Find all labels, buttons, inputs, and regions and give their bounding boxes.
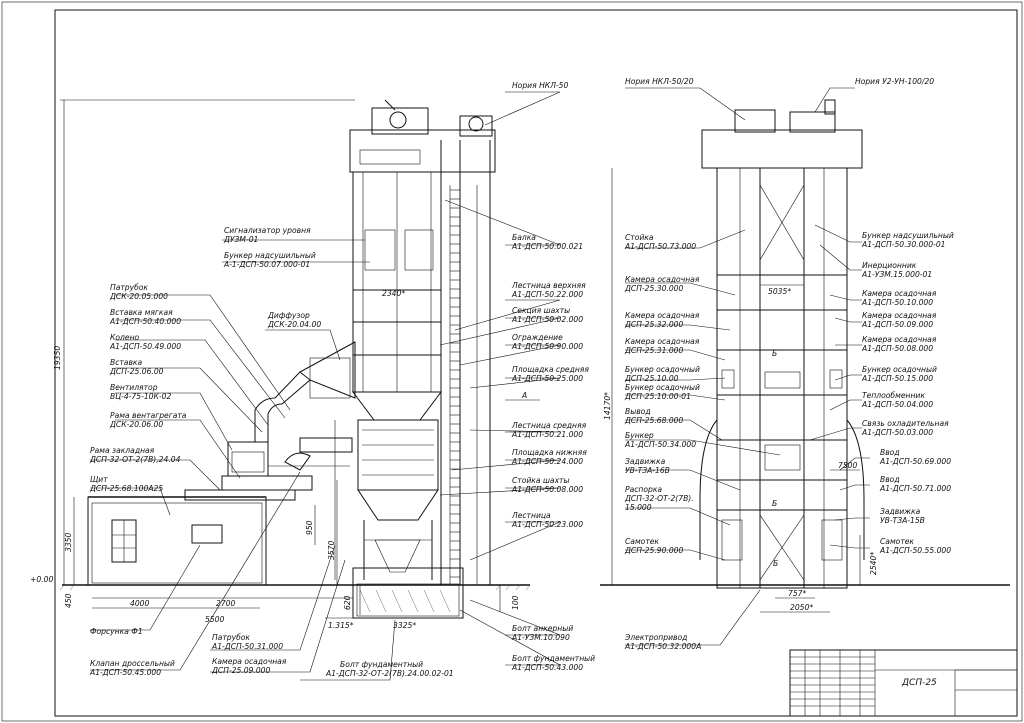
callout-chamber-08: Камера осадочная А1-ДСП-50.08.000 bbox=[861, 335, 937, 353]
callout-chamber-30: Камера осадочная ДСП-25.30.000 bbox=[624, 275, 700, 293]
section-marker-b1: Б bbox=[772, 349, 777, 358]
ladder bbox=[450, 189, 460, 578]
section-marker-b2: Б bbox=[772, 499, 777, 508]
dim-450: 450 bbox=[64, 593, 73, 608]
callout-nozzle: Форсунка Ф1 bbox=[90, 627, 143, 636]
dim-2540: 2540* bbox=[869, 552, 878, 575]
dim-4000: 4000 bbox=[130, 599, 149, 608]
callout-bunker-top: Бункер надсушильный А-1-ДСП-50.07.000-01 bbox=[223, 251, 316, 269]
dim-7500: 7500 bbox=[838, 461, 857, 470]
callout-cooling-link: Связь охладительная А1-ДСП-50.03.000 bbox=[861, 419, 949, 437]
elevator-column bbox=[349, 99, 496, 585]
callout-chamber-09: Камера осадочная А1-ДСП-50.09.000 bbox=[861, 311, 937, 329]
callout-inertia: Инерционник А1-УЗМ.15.000-01 bbox=[861, 261, 932, 279]
dim-shed-height: 3350 bbox=[64, 533, 73, 552]
callout-elevator-nkl50: Нория НКЛ-50 bbox=[512, 81, 568, 90]
top-head-right bbox=[701, 129, 863, 169]
dim-5035: 5035* bbox=[768, 287, 791, 296]
callout-ladder: Лестница А1-ДСП-50.23.000 bbox=[511, 511, 583, 529]
dim-2050: 2050* bbox=[790, 603, 813, 612]
callout-heat-exchanger: Теплообменник А1-ДСП-50.04.000 bbox=[861, 391, 933, 409]
callout-elevator-nkl5020: Нория НКЛ-50/20 bbox=[625, 77, 694, 86]
callout-shaft-post: Стойка шахты А1-ДСП-50.08.000 bbox=[511, 476, 583, 494]
callout-fan: Вентилятор ВЦ-4-75-10К-02 bbox=[110, 383, 171, 401]
cooling-section bbox=[357, 419, 439, 491]
right-elevation-view: 14170* 5035* 7500 757* 2050* 2540* Б Б Б bbox=[600, 77, 1010, 651]
callout-chamber-32: Камера осадочная ДСП-25.32.000 bbox=[624, 311, 700, 329]
callout-outlet: Вывод ДСП-25.68.000 bbox=[624, 407, 684, 425]
callout-chute-55: Самотек А1-ДСП-50.55.000 bbox=[879, 537, 951, 555]
drawing-sheet: 19350 3350 +0.00 450 4000 2700 5500 1.31… bbox=[1, 1, 1023, 722]
callout-anchor-bolt: Болт анкерный А1-УЗМ.10.090 bbox=[511, 624, 573, 642]
dim-1315: 1.315* bbox=[328, 621, 354, 630]
callout-electric-drive: Электропривод А1-ДСП-50.32.000А bbox=[624, 633, 701, 651]
callout-diffuser: Диффузор ДСК-20.04.00 bbox=[267, 311, 321, 329]
callout-fence: Ограждение А1-ДСП-50.90.000 bbox=[511, 333, 583, 351]
callout-bunker-34: Бункер А1-ДСП-50.34.000 bbox=[624, 431, 696, 449]
section-marker-b3: Б bbox=[773, 559, 778, 568]
dim-2700: 2700 bbox=[216, 599, 235, 608]
dryer-shaft bbox=[352, 171, 442, 580]
outer-border bbox=[1, 1, 1023, 722]
callout-chamber-31: Камера осадочная ДСП-25.31.000 bbox=[624, 337, 700, 355]
callout-bunker-15: Бункер осадочный А1-ДСП-50.15.000 bbox=[861, 365, 937, 383]
title-block: ДСП-25 bbox=[789, 649, 1018, 717]
callout-pipe-2: Патрубок А1-ДСП-50.31.000 bbox=[211, 633, 283, 651]
burner-pipe bbox=[191, 524, 223, 544]
callout-bunker-30-01: Бункер надсушильный А1-ДСП-50.30.000-01 bbox=[861, 231, 954, 249]
dim-zero-level: +0.00 bbox=[30, 575, 53, 584]
callout-foundation-bolt-2: Болт фундаментный А1-ДСП-50.43.000 bbox=[511, 654, 595, 672]
callout-post: Стойка А1-ДСП-50.73.000 bbox=[624, 233, 696, 251]
dim-620: 620 bbox=[343, 595, 352, 610]
control-shed bbox=[87, 489, 296, 586]
callout-elevator-u2un: Нория У2-УН-100/20 bbox=[855, 77, 934, 86]
callout-pipe-1: Патрубок ДСК-20.05.000 bbox=[109, 283, 168, 301]
callout-shaft-section: Секция шахты А1-ДСП-50.02.000 bbox=[511, 306, 583, 324]
foundation bbox=[352, 567, 464, 619]
dim-3570: 3570 bbox=[327, 541, 336, 560]
dim-950: 950 bbox=[305, 520, 314, 535]
callout-middle-platform: Площадка средняя А1-ДСП-50.25.000 bbox=[511, 365, 589, 383]
callout-beam: Балка А1-ДСП-50.00.021 bbox=[511, 233, 583, 251]
callout-inlet-69: Ввод А1-ДСП-50.69.000 bbox=[879, 448, 951, 466]
dim-14170: 14170* bbox=[603, 392, 612, 420]
callout-soft-insert: Вставка мягкая А1-ДСП-50.40.000 bbox=[109, 308, 181, 326]
dim-100: 100 bbox=[511, 595, 520, 610]
dim-5500: 5500 bbox=[205, 615, 224, 624]
callout-panel: Щит ДСП-25.68.100А25 bbox=[89, 475, 163, 493]
callout-foundation-bolt-1: Болт фундаментный А1-ДСП-32-ОТ-2(7В).24.0… bbox=[325, 660, 454, 678]
diffuser bbox=[299, 341, 356, 399]
callout-upper-ladder: Лестница верхняя А1-ДСП-50.22.000 bbox=[511, 281, 586, 299]
callout-throttle-valve: Клапан дроссельный А1-ДСП-50.45.000 bbox=[89, 659, 175, 677]
callout-inlet-71: Ввод А1-ДСП-50.71.000 bbox=[879, 475, 951, 493]
callout-bunker-10-01: Бункер осадочный ДСП-25.10.00-01 bbox=[624, 383, 700, 401]
callout-level-sensor: Сигнализатор уровня ДУЗМ-01 bbox=[223, 226, 311, 244]
callout-gate-16v: Задвижка УВ-ТЗА-16В bbox=[625, 457, 670, 475]
dim-757: 757* bbox=[788, 589, 806, 598]
section-marker-a: А bbox=[521, 391, 527, 400]
dim-3325: 3325* bbox=[393, 621, 416, 630]
dim-2340: 2340* bbox=[382, 289, 405, 298]
callout-embedded-frame: Рама закладная ДСП-32-ОТ-2(7В),24.04 bbox=[89, 446, 181, 464]
callout-chute-90: Самотек ДСП-25.90.000 bbox=[624, 537, 684, 555]
callout-lower-platform: Площадка нижняя А1-ДСП-50.24.000 bbox=[511, 448, 587, 466]
drawing-frame bbox=[54, 9, 1018, 717]
callout-gate-15v: Задвижка УВ-ТЗА-15В bbox=[880, 507, 925, 525]
dim-height-total: 19350 bbox=[53, 346, 62, 370]
hopper-upper bbox=[352, 391, 442, 421]
callout-chamber-10: Камера осадочная А1-ДСП-50.10.000 bbox=[861, 289, 937, 307]
drawing-designation: ДСП-25 bbox=[901, 678, 937, 688]
left-elevation-view: 19350 3350 +0.00 450 4000 2700 5500 1.31… bbox=[30, 81, 595, 681]
callout-insert: Вставка ДСП-25.06.00 bbox=[109, 358, 164, 376]
callout-elbow: Колено А1-ДСП-50.49.000 bbox=[109, 333, 181, 351]
callout-middle-ladder: Лестница средняя А1-ДСП-50.21.000 bbox=[511, 421, 587, 439]
